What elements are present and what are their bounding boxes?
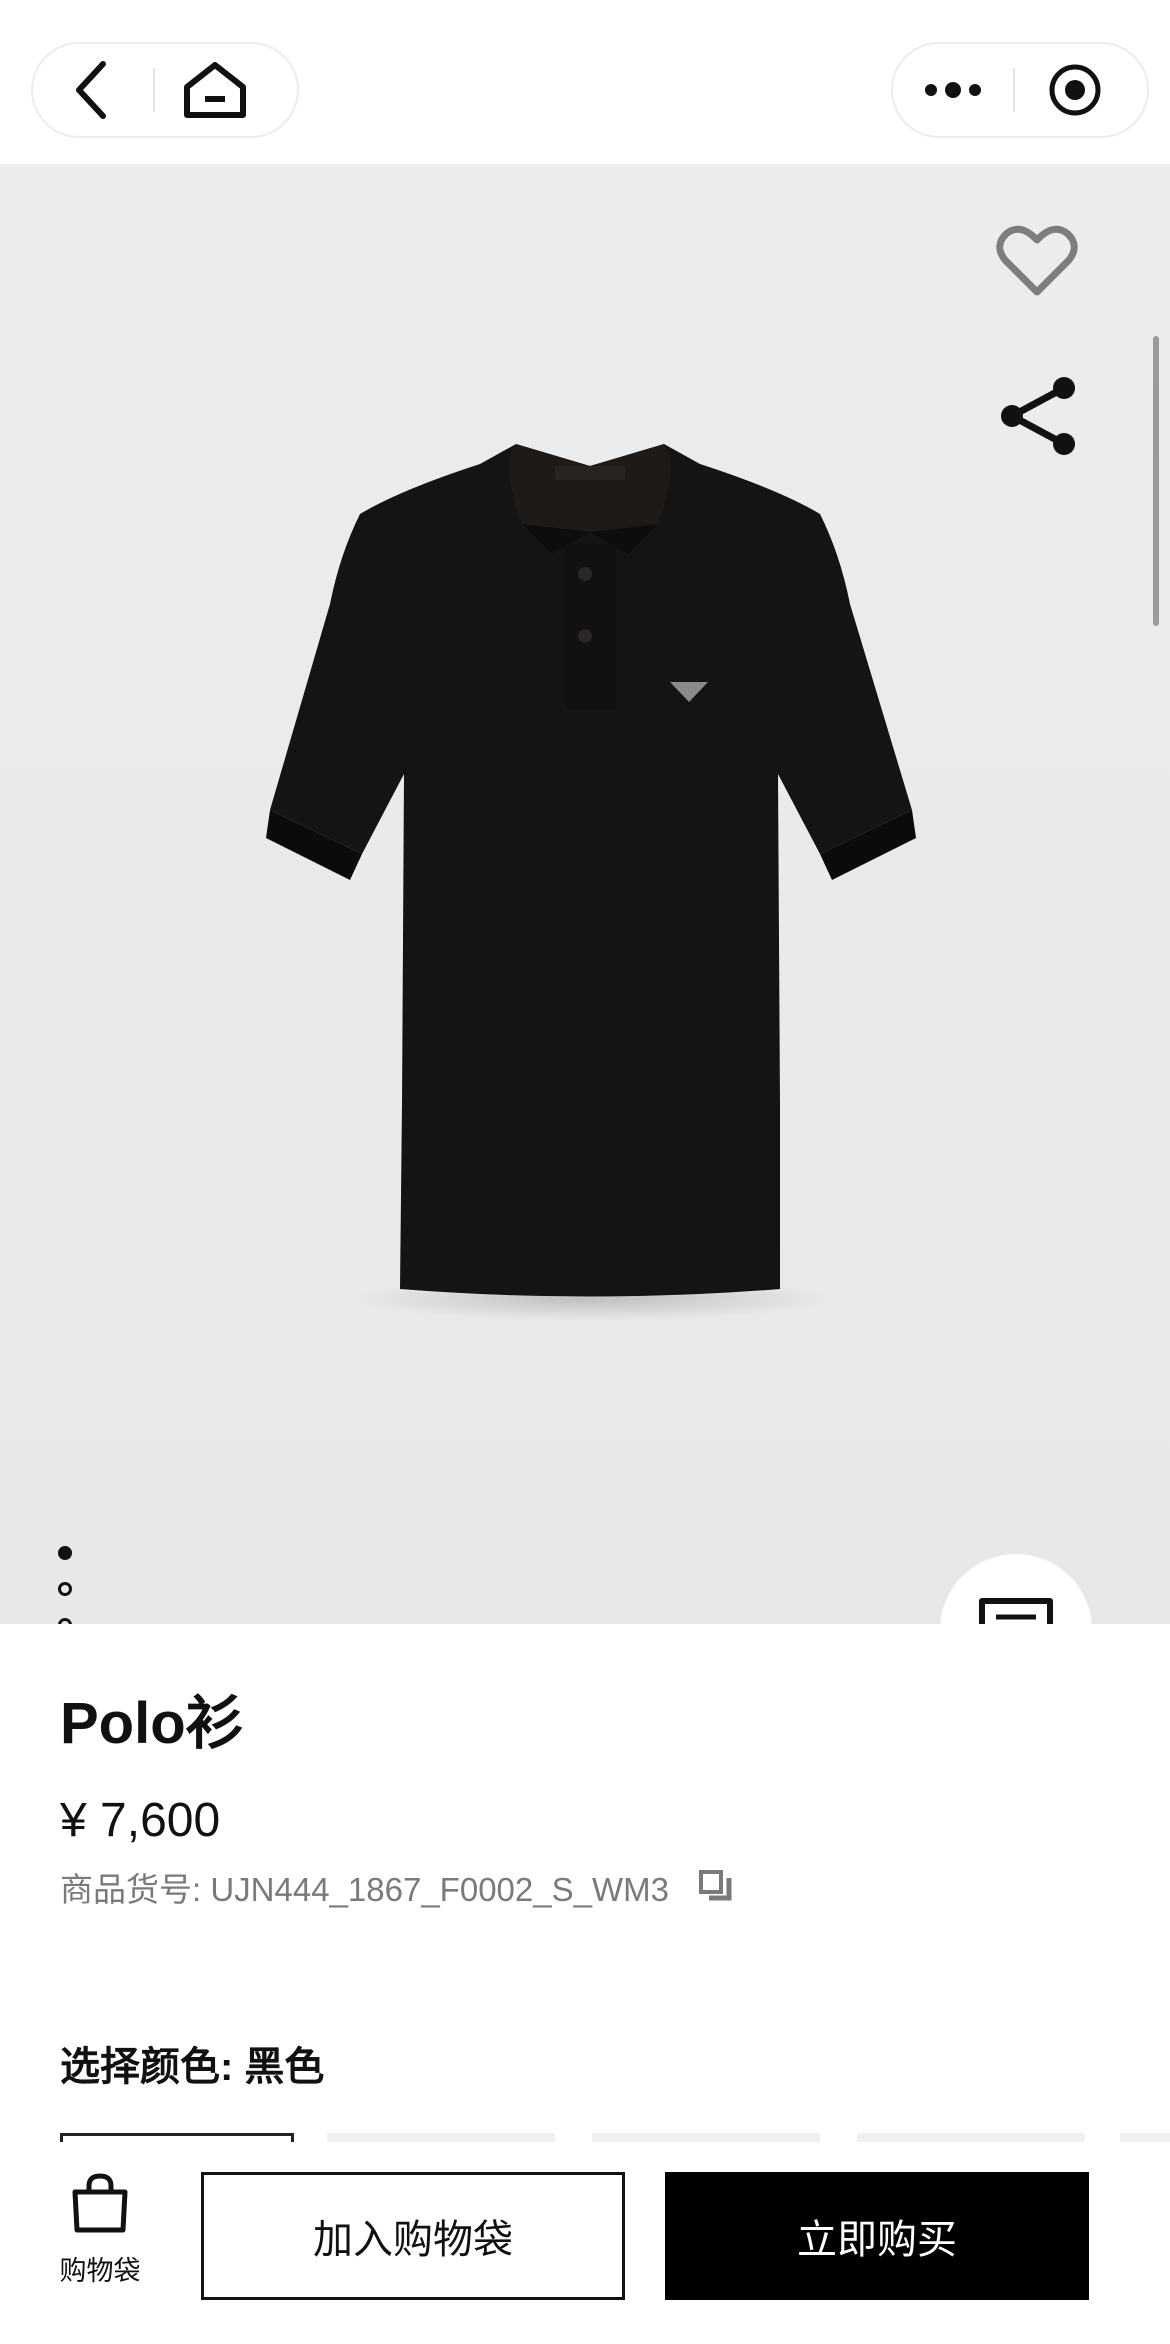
gallery-scrollbar[interactable] [1153, 336, 1159, 626]
chat-icon [979, 1598, 1053, 1624]
add-to-bag-button[interactable]: 加入购物袋 [201, 2172, 625, 2300]
top-navigation-bar [0, 0, 1170, 164]
sku-row: 商品货号: UJN444_1867_F0002_S_WM3 [60, 1863, 733, 1911]
more-button[interactable] [893, 44, 1013, 136]
back-button[interactable] [33, 44, 153, 136]
home-button[interactable] [155, 44, 275, 136]
pagination-dot[interactable] [58, 1618, 72, 1624]
nav-capsule-right [891, 42, 1149, 138]
target-icon [1049, 64, 1101, 116]
shopping-bag-button[interactable]: 购物袋 [55, 2172, 145, 2288]
home-icon [184, 62, 246, 118]
shopping-bag-icon [72, 2173, 128, 2233]
gallery-pagination [58, 1546, 72, 1624]
pagination-dot[interactable] [58, 1582, 72, 1596]
heart-icon[interactable] [996, 222, 1078, 298]
nav-capsule-left [31, 42, 299, 138]
color-selection-label: 选择颜色: 黑色 [60, 2045, 325, 2089]
sku-label: 商品货号: UJN444_1867_F0002_S_WM3 [60, 1871, 669, 1908]
shopping-bag-label: 购物袋 [59, 2256, 141, 2286]
copy-icon[interactable] [698, 1870, 733, 1904]
pagination-dot[interactable] [58, 1546, 72, 1560]
product-price: ¥ 7,600 [60, 1794, 221, 1847]
close-miniprogram-button[interactable] [1015, 44, 1135, 136]
share-icon[interactable] [996, 374, 1080, 458]
buy-now-button[interactable]: 立即购买 [665, 2172, 1089, 2300]
chat-button[interactable] [940, 1554, 1092, 1624]
back-icon [76, 61, 106, 119]
product-image [266, 444, 916, 1321]
bottom-action-bar: 购物袋 加入购物袋 立即购买 [0, 2142, 1170, 2344]
more-icon [925, 82, 981, 98]
product-image-gallery[interactable] [0, 164, 1170, 1624]
product-title: Polo衫 [60, 1691, 244, 1756]
